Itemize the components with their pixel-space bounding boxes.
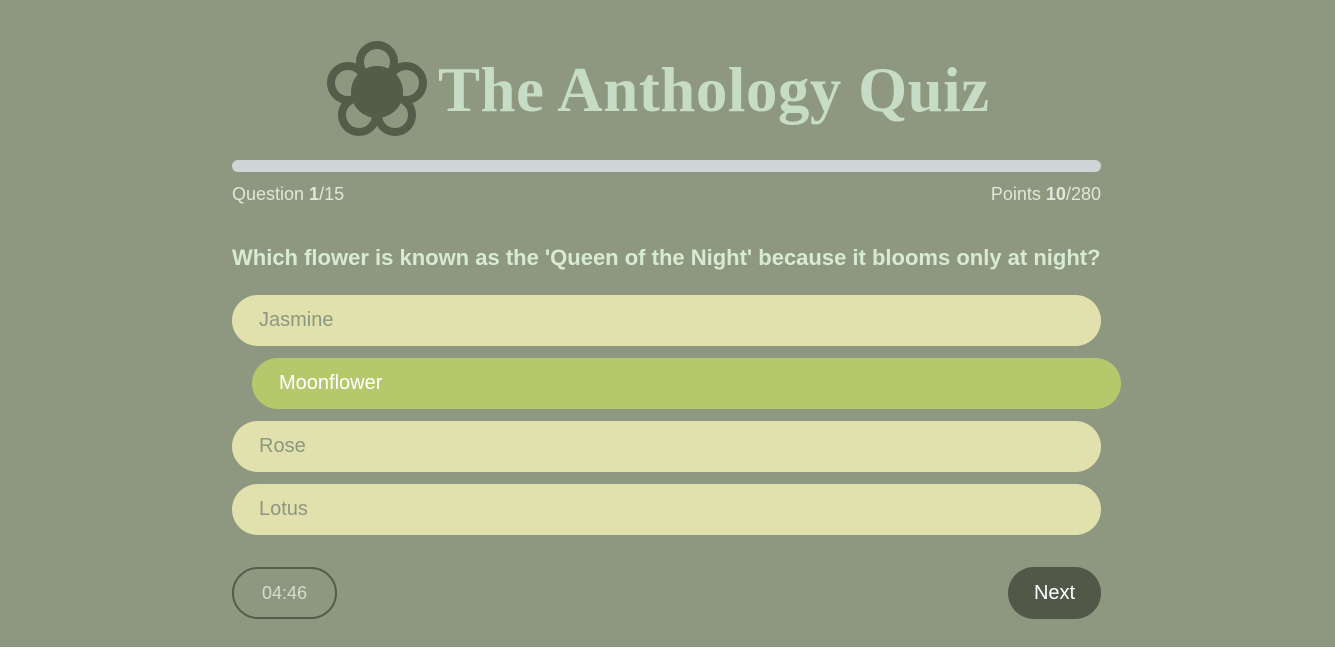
answer-option-lotus[interactable]: Lotus	[232, 484, 1101, 535]
progress-bar	[232, 160, 1101, 172]
timer: 04:46	[232, 567, 337, 619]
question-counter-total: /15	[319, 184, 345, 204]
points-counter: Points 10/280	[991, 184, 1101, 204]
app-title: The Anthology Quiz	[438, 55, 990, 125]
answer-option-jasmine[interactable]: Jasmine	[232, 295, 1101, 346]
next-button[interactable]: Next	[1008, 567, 1101, 619]
answer-option-moonflower[interactable]: Moonflower	[252, 358, 1121, 409]
points-counter-total: /280	[1065, 184, 1101, 204]
points-counter-current: 10	[1045, 184, 1066, 204]
question-counter: Question 1/15	[232, 184, 344, 204]
question-counter-current: 1	[309, 184, 320, 204]
question-counter-label: Question	[232, 184, 310, 204]
answer-option-rose[interactable]: Rose	[232, 421, 1101, 472]
question-text: Which flower is known as the 'Queen of t…	[232, 245, 1101, 270]
flower-icon	[326, 40, 428, 138]
header: The Anthology Quiz	[0, 18, 1335, 136]
points-counter-label: Points	[990, 184, 1046, 204]
quiz-page: The Anthology Quiz Question 1/15 Points …	[0, 0, 1335, 647]
progress-bar-fill	[232, 160, 290, 172]
